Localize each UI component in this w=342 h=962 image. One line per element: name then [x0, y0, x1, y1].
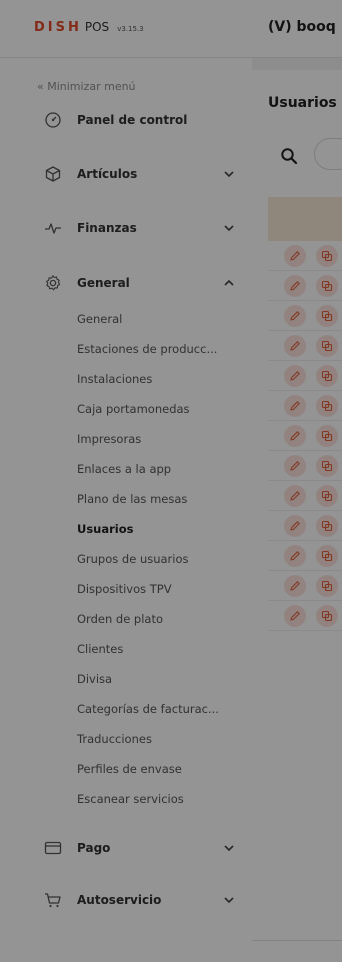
modal-backdrop[interactable]	[0, 0, 342, 962]
